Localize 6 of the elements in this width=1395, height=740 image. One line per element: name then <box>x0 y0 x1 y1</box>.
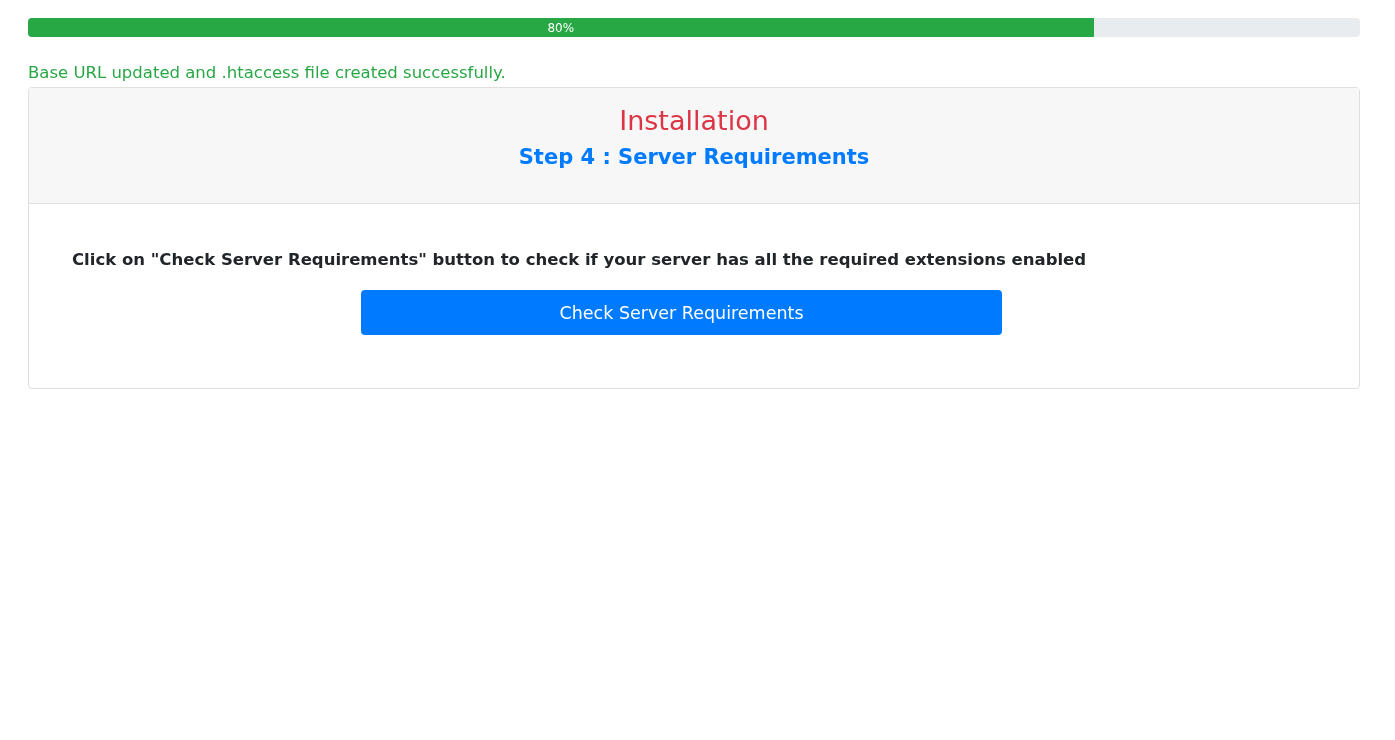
check-requirements-button[interactable]: Check Server Requirements <box>361 290 1002 335</box>
success-message: Base URL updated and .htaccess file created successfully. <box>28 62 507 84</box>
step-title: Step 4 : Server Requirements <box>518 144 870 171</box>
card-title: Installation <box>619 104 769 138</box>
progress-fill: 80% <box>28 18 1094 37</box>
instruction-text: Click on "Check Server Requirements" button to check if your server has all the required extensions enabled <box>72 249 1088 271</box>
